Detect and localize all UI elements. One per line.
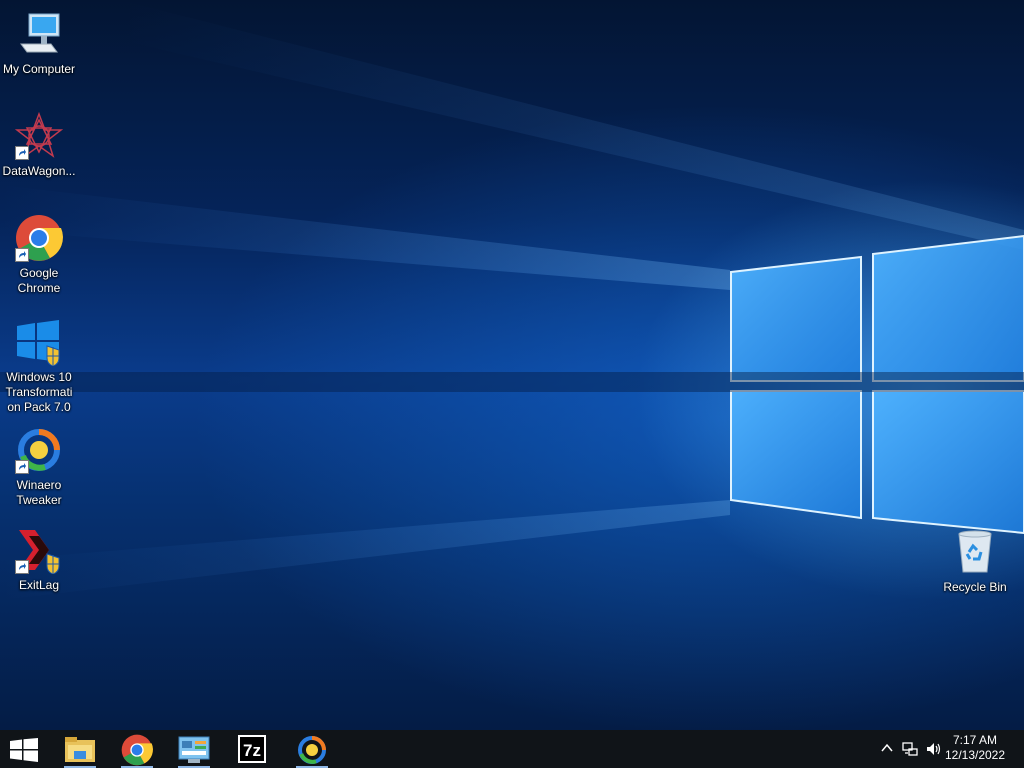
desktop-icon-google-chrome[interactable]: Google Chrome: [2, 214, 76, 296]
datawagon-label: DataWagon...: [2, 164, 76, 178]
clock-date: 12/13/2022: [944, 748, 1006, 762]
taskbar-winaero-tweaker[interactable]: [284, 730, 340, 768]
control-panel-icon: [178, 736, 210, 763]
desktop-wallpaper: [0, 0, 1024, 730]
network-icon[interactable]: [902, 741, 918, 762]
taskbar-file-explorer[interactable]: [52, 730, 108, 768]
shortcut-arrow-icon: [15, 248, 29, 262]
taskbar-control-panel[interactable]: [166, 730, 222, 768]
start-button[interactable]: [0, 730, 48, 768]
clock-time: 7:17 AM: [952, 733, 998, 747]
desktop-icon-winaero-tweaker[interactable]: Winaero Tweaker: [2, 426, 76, 508]
taskbar-7zip[interactable]: 7z: [225, 730, 281, 768]
winaero-tweaker-icon: [298, 736, 326, 764]
windows-transformation-pack-label: Windows 10 Transformati on Pack 7.0: [5, 370, 73, 414]
chrome-icon: [15, 214, 63, 262]
7zip-icon: 7z: [238, 735, 266, 763]
exitlag-icon: [15, 526, 63, 575]
chevron-up-icon[interactable]: [880, 741, 894, 760]
file-explorer-icon: [65, 737, 95, 762]
my-computer-label: My Computer: [2, 62, 76, 76]
shortcut-arrow-icon: [15, 560, 29, 574]
exitlag-label: ExitLag: [18, 578, 60, 592]
taskbar-google-chrome[interactable]: [109, 730, 165, 768]
taskbar: 7z 7:17 AM 12/13/2022: [0, 730, 1024, 768]
chrome-icon: [121, 734, 153, 766]
datawagon-icon: [14, 111, 64, 160]
desktop-icon-datawagon[interactable]: DataWagon...: [2, 111, 76, 179]
desktop-icon-recycle-bin[interactable]: Recycle Bin: [938, 528, 1012, 595]
desktop-icon-exitlag[interactable]: ExitLag: [2, 526, 76, 593]
desktop-icon-windows-transformation-pack[interactable]: Windows 10 Transformati on Pack 7.0: [2, 318, 76, 415]
winaero-tweaker-icon: [15, 426, 63, 474]
windows-transformation-pack-icon: [15, 318, 63, 367]
winaero-tweaker-label: Winaero Tweaker: [16, 478, 62, 507]
svg-text:7z: 7z: [243, 741, 261, 760]
clock[interactable]: 7:17 AM 12/13/2022: [940, 733, 1010, 763]
desktop-icon-my-computer[interactable]: My Computer: [2, 10, 76, 77]
recycle-bin-label: Recycle Bin: [943, 580, 1007, 594]
shortcut-arrow-icon: [15, 146, 29, 160]
computer-icon: [15, 10, 63, 58]
recycle-bin-icon: [951, 528, 999, 576]
google-chrome-label: Google Chrome: [17, 266, 61, 295]
shortcut-arrow-icon: [15, 460, 29, 474]
system-tray: 7:17 AM 12/13/2022: [864, 730, 1024, 768]
windows-logo-icon: [10, 738, 38, 762]
